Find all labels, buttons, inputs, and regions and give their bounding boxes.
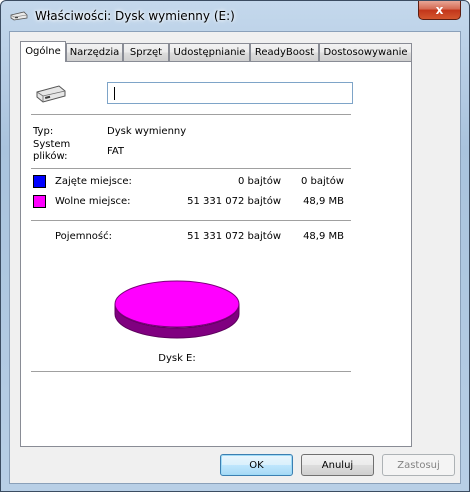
type-label: Typ: (33, 126, 54, 137)
window-title: Właściwości: Dysk wymienny (E:) (35, 9, 235, 23)
disk-usage-pie-chart (114, 280, 240, 339)
ok-button[interactable]: OK (220, 454, 293, 476)
filesystem-label-line2: plików: (33, 151, 68, 162)
dialog-client: Ogólne Narzędzia Sprzęt Udostępnianie Re… (9, 31, 461, 484)
tab-customize[interactable]: Dostosowywanie (319, 43, 412, 61)
free-space-swatch (33, 195, 46, 208)
free-space-label: Wolne miejsce: (55, 196, 131, 207)
used-space-size: 0 bajtów (300, 176, 344, 187)
removable-drive-icon (36, 85, 66, 103)
capacity-bytes: 51 331 072 bajtów (187, 231, 281, 242)
free-space-bytes: 51 331 072 bajtów (187, 196, 281, 207)
tab-tools[interactable]: Narzędzia (66, 43, 123, 61)
type-value: Dysk wymienny (107, 126, 187, 137)
divider (31, 114, 351, 115)
divider (31, 220, 351, 221)
capacity-size: 48,9 MB (303, 231, 344, 242)
disk-caption: Dysk E: (158, 353, 196, 364)
divider (31, 168, 351, 169)
tab-readyboost[interactable]: ReadyBoost (250, 43, 319, 61)
properties-window: Właściwości: Dysk wymienny (E:) x Ogólne… (0, 0, 470, 492)
cancel-button[interactable]: Anuluj (301, 454, 374, 476)
close-icon: x (435, 3, 444, 17)
capacity-label: Pojemność: (55, 231, 112, 242)
apply-button[interactable]: Zastosuj (382, 454, 455, 476)
tab-general[interactable]: Ogólne (20, 41, 66, 62)
removable-drive-icon (10, 11, 28, 21)
free-space-size: 48,9 MB (303, 196, 344, 207)
pie-top (114, 280, 240, 328)
title-bar[interactable]: Właściwości: Dysk wymienny (E:) x (1, 1, 469, 31)
filesystem-label-line1: System (33, 139, 71, 150)
used-space-label: Zajęte miejsce: (55, 176, 132, 187)
tab-hardware[interactable]: Sprzęt (123, 43, 169, 61)
text-cursor (114, 87, 115, 100)
filesystem-value: FAT (107, 146, 125, 157)
divider (31, 371, 351, 372)
general-tab-panel: Typ: Dysk wymienny System plików: FAT Za… (20, 61, 412, 447)
used-space-bytes: 0 bajtów (237, 176, 281, 187)
used-space-swatch (33, 175, 46, 188)
drive-name-input[interactable] (107, 82, 353, 104)
close-button[interactable]: x (418, 1, 461, 20)
tab-sharing[interactable]: Udostępnianie (169, 43, 250, 61)
